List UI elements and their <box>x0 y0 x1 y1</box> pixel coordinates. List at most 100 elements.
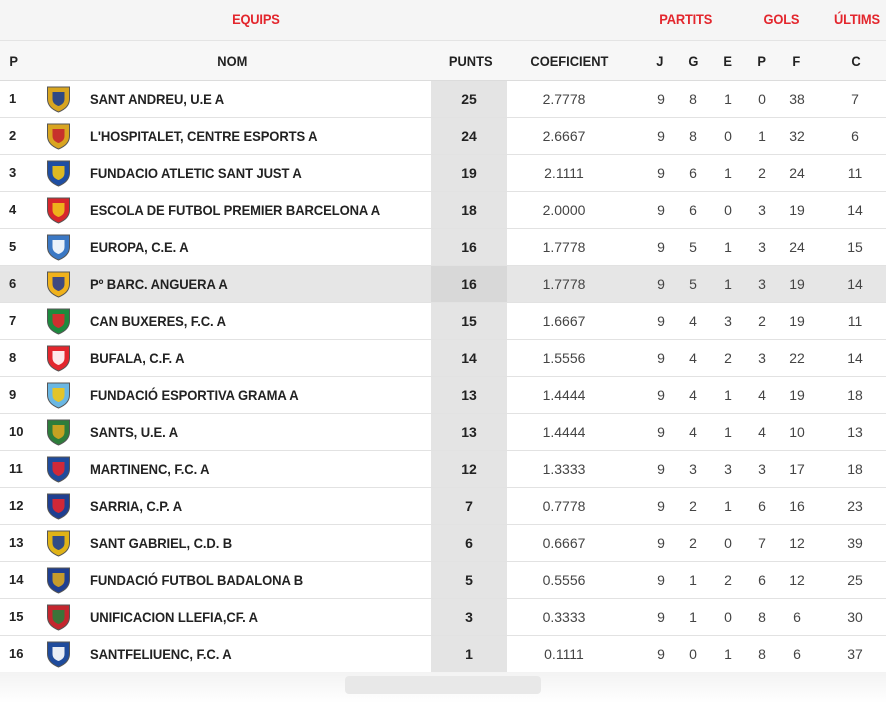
table-row[interactable]: 8 BUFALA, C.F. A 14 1.5556 9 4 2 3 22 14 <box>0 340 886 377</box>
coefficient: 0.7778 <box>542 498 586 514</box>
col-lost[interactable]: P <box>757 53 766 69</box>
goals-for: 6 <box>793 609 801 625</box>
coefficient: 1.7778 <box>542 276 586 292</box>
team-crest-icon <box>47 160 70 187</box>
coefficient: 2.6667 <box>542 128 586 144</box>
position: 4 <box>9 202 17 217</box>
team-name[interactable]: Pº BARC. ANGUERA A <box>90 276 228 292</box>
team-crest-icon <box>47 493 70 520</box>
goals-against: 39 <box>847 535 863 551</box>
goals-against: 18 <box>847 387 863 403</box>
team-name[interactable]: L'HOSPITALET, CENTRE ESPORTS A <box>90 128 318 144</box>
goals-for: 6 <box>793 646 801 662</box>
table-row[interactable]: 1 SANT ANDREU, U.E A 25 2.7778 9 8 1 0 38 7 <box>0 81 886 118</box>
team-crest-icon <box>47 86 70 113</box>
position: 10 <box>9 424 24 439</box>
position: 7 <box>9 313 17 328</box>
table-row[interactable]: 5 EUROPA, C.E. A 16 1.7778 9 5 1 3 24 15 <box>0 229 886 266</box>
coefficient: 2.7778 <box>542 91 586 107</box>
col-goals-for[interactable]: F <box>792 53 800 69</box>
team-name[interactable]: SARRIA, C.P. A <box>90 498 182 514</box>
table-row[interactable]: 7 CAN BUXERES, F.C. A 15 1.6667 9 4 3 2 19 11 <box>0 303 886 340</box>
team-name[interactable]: ESCOLA DE FUTBOL PREMIER BARCELONA A <box>90 202 380 218</box>
table-row[interactable]: 6 Pº BARC. ANGUERA A 16 1.7778 9 5 1 3 19 14 <box>0 266 886 303</box>
col-name[interactable]: NOM <box>217 53 247 69</box>
lost: 2 <box>758 165 766 181</box>
team-crest-icon <box>47 567 70 594</box>
points: 18 <box>461 202 477 218</box>
table-row[interactable]: 9 FUNDACIÓ ESPORTIVA GRAMA A 13 1.4444 9 4 1 4 1… <box>0 377 886 414</box>
won: 2 <box>689 535 697 551</box>
coefficient: 1.7778 <box>542 239 586 255</box>
goals-for: 17 <box>789 461 805 477</box>
drawn: 1 <box>724 646 732 662</box>
position: 3 <box>9 165 17 180</box>
won: 6 <box>689 165 697 181</box>
lost: 3 <box>758 239 766 255</box>
points: 24 <box>461 128 477 144</box>
goals-against: 14 <box>847 202 863 218</box>
table-row[interactable]: 3 FUNDACIO ATLETIC SANT JUST A 19 2.1111 9 6 1… <box>0 155 886 192</box>
header-equips: EQUIPS <box>232 11 280 27</box>
position: 14 <box>9 572 24 587</box>
lost: 3 <box>758 202 766 218</box>
team-name[interactable]: FUNDACIÓ FUTBOL BADALONA B <box>90 572 303 588</box>
team-name[interactable]: SANT ANDREU, U.E A <box>90 91 224 107</box>
lost: 6 <box>758 498 766 514</box>
col-won[interactable]: G <box>688 53 698 69</box>
table-row[interactable]: 16 SANTFELIUENC, F.C. A 1 0.1111 9 0 1 8 6 37 <box>0 636 886 673</box>
team-name[interactable]: MARTINENC, F.C. A <box>90 461 210 477</box>
position: 12 <box>9 498 24 513</box>
drawn: 1 <box>724 165 732 181</box>
col-played[interactable]: J <box>656 53 663 69</box>
col-drawn[interactable]: E <box>723 53 732 69</box>
team-name[interactable]: FUNDACIÓ ESPORTIVA GRAMA A <box>90 387 299 403</box>
points: 16 <box>461 239 477 255</box>
position: 5 <box>9 239 17 254</box>
table-row[interactable]: 2 L'HOSPITALET, CENTRE ESPORTS A 24 2.6667 9… <box>0 118 886 155</box>
col-goals-against[interactable]: C <box>851 53 860 69</box>
played: 9 <box>657 202 665 218</box>
goals-against: 25 <box>847 572 863 588</box>
goals-for: 24 <box>789 239 805 255</box>
table-row[interactable]: 4 ESCOLA DE FUTBOL PREMIER BARCELONA A 18 2… <box>0 192 886 229</box>
table-row[interactable]: 12 SARRIA, C.P. A 7 0.7778 9 2 1 6 16 23 <box>0 488 886 525</box>
team-name[interactable]: SANTFELIUENC, F.C. A <box>90 646 232 662</box>
col-coefficient[interactable]: COEFICIENT <box>530 53 608 69</box>
team-name[interactable]: SANT GABRIEL, C.D. B <box>90 535 232 551</box>
points: 6 <box>465 535 473 551</box>
won: 1 <box>689 572 697 588</box>
col-position[interactable]: P <box>9 53 18 69</box>
played: 9 <box>657 535 665 551</box>
team-crest-icon <box>47 530 70 557</box>
team-name[interactable]: SANTS, U.E. A <box>90 424 178 440</box>
team-name[interactable]: EUROPA, C.E. A <box>90 239 189 255</box>
won: 2 <box>689 498 697 514</box>
points: 1 <box>465 646 473 662</box>
team-name[interactable]: BUFALA, C.F. A <box>90 350 185 366</box>
goals-against: 7 <box>851 91 859 107</box>
points: 13 <box>461 424 477 440</box>
played: 9 <box>657 239 665 255</box>
won: 4 <box>689 350 697 366</box>
lost: 4 <box>758 424 766 440</box>
goals-against: 11 <box>847 165 863 181</box>
coefficient: 0.1111 <box>544 646 584 662</box>
col-points[interactable]: PUNTS <box>449 53 493 69</box>
team-name[interactable]: FUNDACIO ATLETIC SANT JUST A <box>90 165 302 181</box>
position: 6 <box>9 276 17 291</box>
lost: 0 <box>758 91 766 107</box>
table-row[interactable]: 13 SANT GABRIEL, C.D. B 6 0.6667 9 2 0 7 12 39 <box>0 525 886 562</box>
team-name[interactable]: CAN BUXERES, F.C. A <box>90 313 226 329</box>
table-row[interactable]: 14 FUNDACIÓ FUTBOL BADALONA B 5 0.5556 9 1 2 6 1… <box>0 562 886 599</box>
team-crest-icon <box>47 197 70 224</box>
team-name[interactable]: UNIFICACION LLEFIA,CF. A <box>90 609 258 625</box>
goals-for: 19 <box>789 313 805 329</box>
coefficient: 2.0000 <box>542 202 586 218</box>
team-crest-icon <box>47 308 70 335</box>
table-row[interactable]: 15 UNIFICACION LLEFIA,CF. A 3 0.3333 9 1 0 8 6 30 <box>0 599 886 636</box>
table-row[interactable]: 11 MARTINENC, F.C. A 12 1.3333 9 3 3 3 17 18 <box>0 451 886 488</box>
table-row[interactable]: 10 SANTS, U.E. A 13 1.4444 9 4 1 4 10 13 <box>0 414 886 451</box>
coefficient: 0.5556 <box>542 572 586 588</box>
played: 9 <box>657 498 665 514</box>
